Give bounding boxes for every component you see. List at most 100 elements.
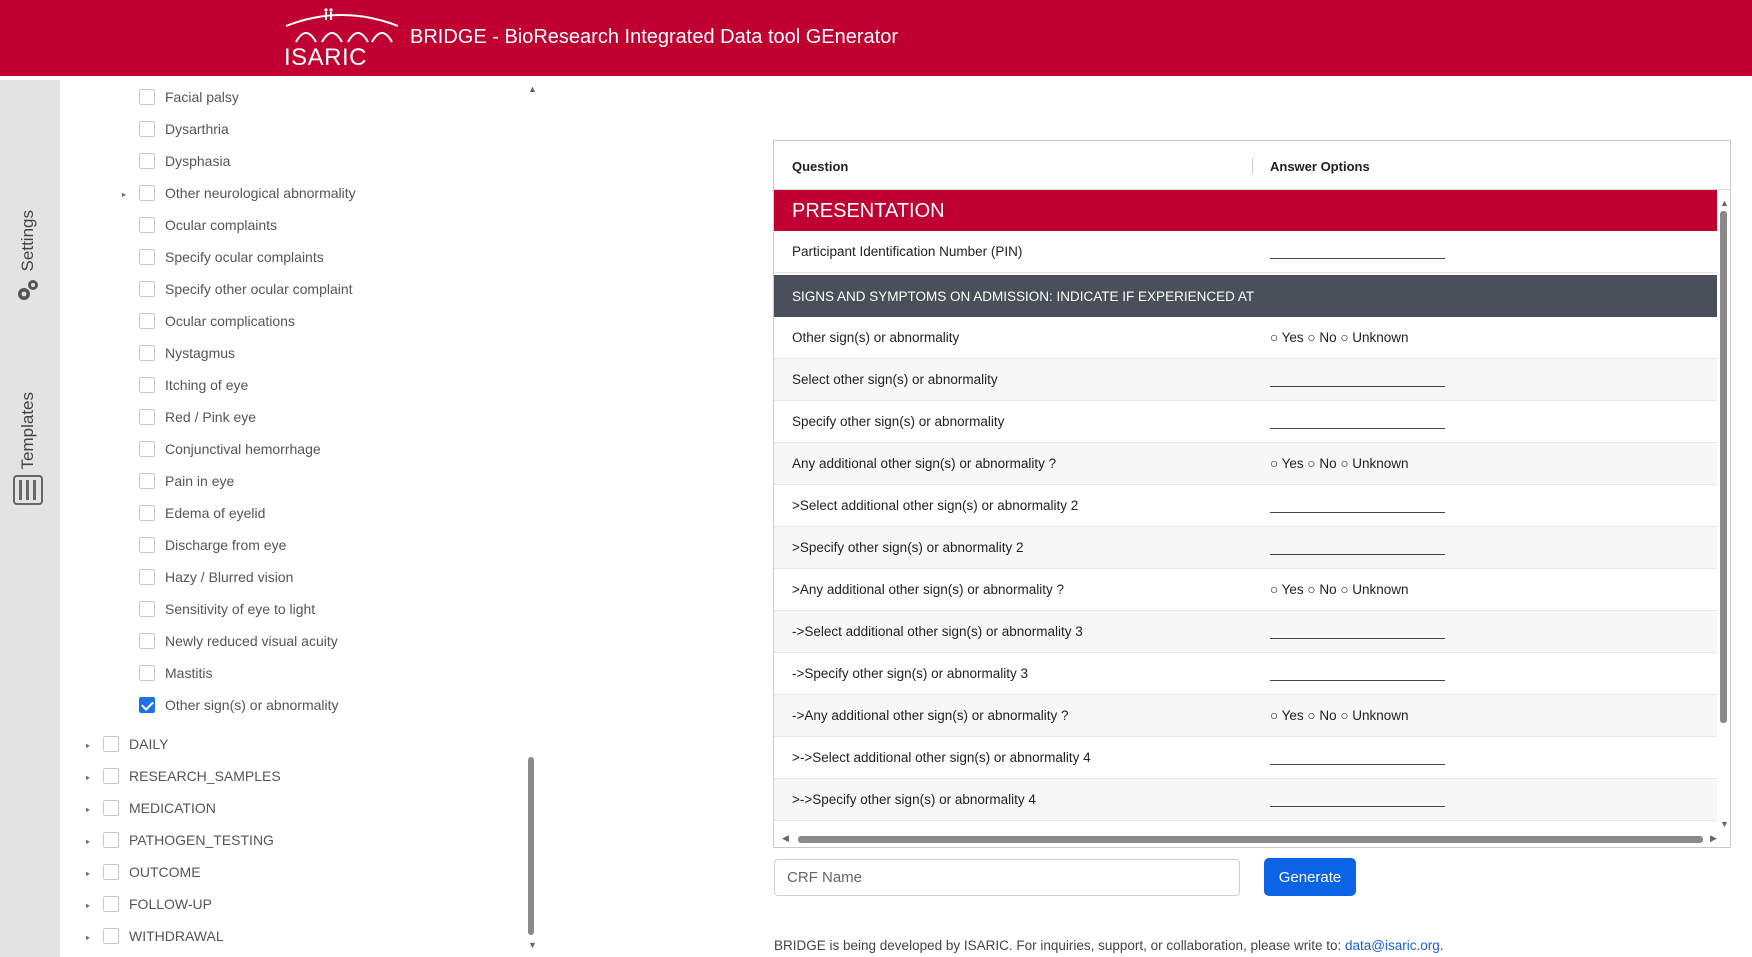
table-row: >Specify other sign(s) or abnormality 2 <box>774 527 1717 569</box>
table-horizontal-scrollbar[interactable] <box>798 836 1703 843</box>
checkbox[interactable] <box>139 633 155 649</box>
tree-item[interactable]: Other neurological abnormality <box>139 182 356 204</box>
tree-section[interactable]: DAILY <box>103 733 168 755</box>
question-text: Other sign(s) or abnormality <box>792 330 960 345</box>
tree-item[interactable]: Specify other ocular complaint <box>139 278 353 300</box>
tree-section[interactable]: WITHDRAWAL <box>103 925 224 947</box>
tree-item[interactable]: Specify ocular complaints <box>139 246 324 268</box>
tree-section[interactable]: FOLLOW-UP <box>103 893 212 915</box>
checkbox[interactable] <box>139 345 155 361</box>
crf-name-input[interactable] <box>774 859 1240 896</box>
tree-item[interactable]: Conjunctival hemorrhage <box>139 438 321 460</box>
expand-arrow-icon[interactable]: ▸ <box>86 933 90 942</box>
tree-item[interactable]: Discharge from eye <box>139 534 286 556</box>
tree-item[interactable]: Edema of eyelid <box>139 502 265 524</box>
answer-blank-line <box>1270 545 1445 555</box>
expand-arrow-icon[interactable]: ▸ <box>86 741 90 750</box>
app-title: BRIDGE - BioResearch Integrated Data too… <box>410 26 899 48</box>
table-scroll-up-icon[interactable]: ▲ <box>1720 198 1729 208</box>
tree-item-label: Newly reduced visual acuity <box>165 633 338 649</box>
tree-item[interactable]: Dysphasia <box>139 150 230 172</box>
checkbox[interactable] <box>103 928 119 944</box>
checkbox[interactable] <box>139 217 155 233</box>
tree-section[interactable]: OUTCOME <box>103 861 201 883</box>
footer-text: BRIDGE is being developed by ISARIC. For… <box>774 938 1346 953</box>
checkbox[interactable] <box>139 505 155 521</box>
tree-item[interactable]: Ocular complications <box>139 310 295 332</box>
tree-scroll-down-icon[interactable]: ▼ <box>528 940 537 950</box>
checkbox[interactable] <box>139 409 155 425</box>
expand-arrow-icon[interactable]: ▸ <box>86 869 90 878</box>
checkbox[interactable] <box>103 800 119 816</box>
expand-arrow-icon[interactable]: ▸ <box>86 805 90 814</box>
tree-section-label: DAILY <box>129 736 169 752</box>
checkbox[interactable] <box>139 377 155 393</box>
answer-blank-line <box>1270 249 1445 259</box>
tree-item-label: Conjunctival hemorrhage <box>165 441 321 457</box>
checkbox[interactable] <box>139 89 155 105</box>
checkbox[interactable] <box>139 473 155 489</box>
checkbox[interactable] <box>139 121 155 137</box>
checkbox[interactable] <box>139 665 155 681</box>
expand-arrow-icon[interactable]: ▸ <box>122 190 126 199</box>
templates-tab[interactable]: Templates <box>6 392 50 506</box>
tree-item[interactable]: Other sign(s) or abnormality <box>139 694 339 716</box>
tree-item[interactable]: Itching of eye <box>139 374 248 396</box>
tree-item[interactable]: Hazy / Blurred vision <box>139 566 293 588</box>
column-divider[interactable] <box>1252 158 1253 174</box>
tree-item[interactable]: Dysarthria <box>139 118 229 140</box>
tree-section[interactable]: MEDICATION <box>103 797 216 819</box>
tree-item[interactable]: Sensitivity of eye to light <box>139 598 315 620</box>
tree-item[interactable]: Newly reduced visual acuity <box>139 630 338 652</box>
tree-section[interactable]: RESEARCH_SAMPLES <box>103 765 281 787</box>
expand-arrow-icon[interactable]: ▸ <box>86 773 90 782</box>
table-scroll-down-icon[interactable]: ▼ <box>1720 819 1729 829</box>
checkbox[interactable] <box>103 864 119 880</box>
tree-item-label: Discharge from eye <box>165 537 287 553</box>
tree-item[interactable]: Facial palsy <box>139 86 239 108</box>
tree-scrollbar[interactable] <box>528 757 534 935</box>
checkbox[interactable] <box>139 153 155 169</box>
answer-radio-options: ○ Yes ○ No ○ Unknown <box>1270 330 1409 345</box>
answer-blank-line <box>1270 377 1445 387</box>
checkbox[interactable] <box>139 569 155 585</box>
contact-email-link[interactable]: data@isaric.org <box>1345 938 1440 953</box>
checkbox[interactable] <box>139 249 155 265</box>
tree-item[interactable]: Ocular complaints <box>139 214 277 236</box>
table-header: Question Answer Options <box>774 141 1730 190</box>
checkbox[interactable] <box>103 736 119 752</box>
checkbox[interactable] <box>139 441 155 457</box>
tree-item-label: Mastitis <box>165 665 213 681</box>
checkbox[interactable] <box>139 185 155 201</box>
tree-scroll-up-icon[interactable]: ▲ <box>528 84 537 94</box>
expand-arrow-icon[interactable]: ▸ <box>86 837 90 846</box>
checkbox[interactable] <box>139 313 155 329</box>
templates-tab-label: Templates <box>18 392 37 470</box>
checkbox[interactable] <box>139 537 155 553</box>
table-scroll-right-icon[interactable]: ▶ <box>1710 833 1717 844</box>
question-text: >Any additional other sign(s) or abnorma… <box>792 582 1065 597</box>
checkbox[interactable] <box>103 768 119 784</box>
tree-item[interactable]: Mastitis <box>139 662 212 684</box>
checkbox[interactable] <box>139 601 155 617</box>
generate-button[interactable]: Generate <box>1264 858 1356 896</box>
question-text: Specify other sign(s) or abnormality <box>792 414 1005 429</box>
table-vertical-scrollbar[interactable] <box>1720 211 1727 723</box>
answer-radio-options: ○ Yes ○ No ○ Unknown <box>1270 582 1409 597</box>
tree-item-label: Ocular complaints <box>165 217 278 233</box>
tree-item[interactable]: Nystagmus <box>139 342 235 364</box>
expand-arrow-icon[interactable]: ▸ <box>86 901 90 910</box>
table-row: ->Specify other sign(s) or abnormality 3 <box>774 653 1717 695</box>
tree-item[interactable]: Red / Pink eye <box>139 406 256 428</box>
settings-tab[interactable]: Settings <box>6 210 50 303</box>
checkbox[interactable] <box>139 281 155 297</box>
checkbox[interactable] <box>103 896 119 912</box>
tree-section-label: OUTCOME <box>129 864 201 880</box>
tree-section[interactable]: PATHOGEN_TESTING <box>103 829 274 851</box>
checkbox-checked[interactable] <box>139 697 155 713</box>
tree-item-label: Specify ocular complaints <box>165 249 324 265</box>
tree-item-label: Dysphasia <box>165 153 231 169</box>
tree-item[interactable]: Pain in eye <box>139 470 234 492</box>
checkbox[interactable] <box>103 832 119 848</box>
table-scroll-left-icon[interactable]: ◀ <box>782 833 789 844</box>
